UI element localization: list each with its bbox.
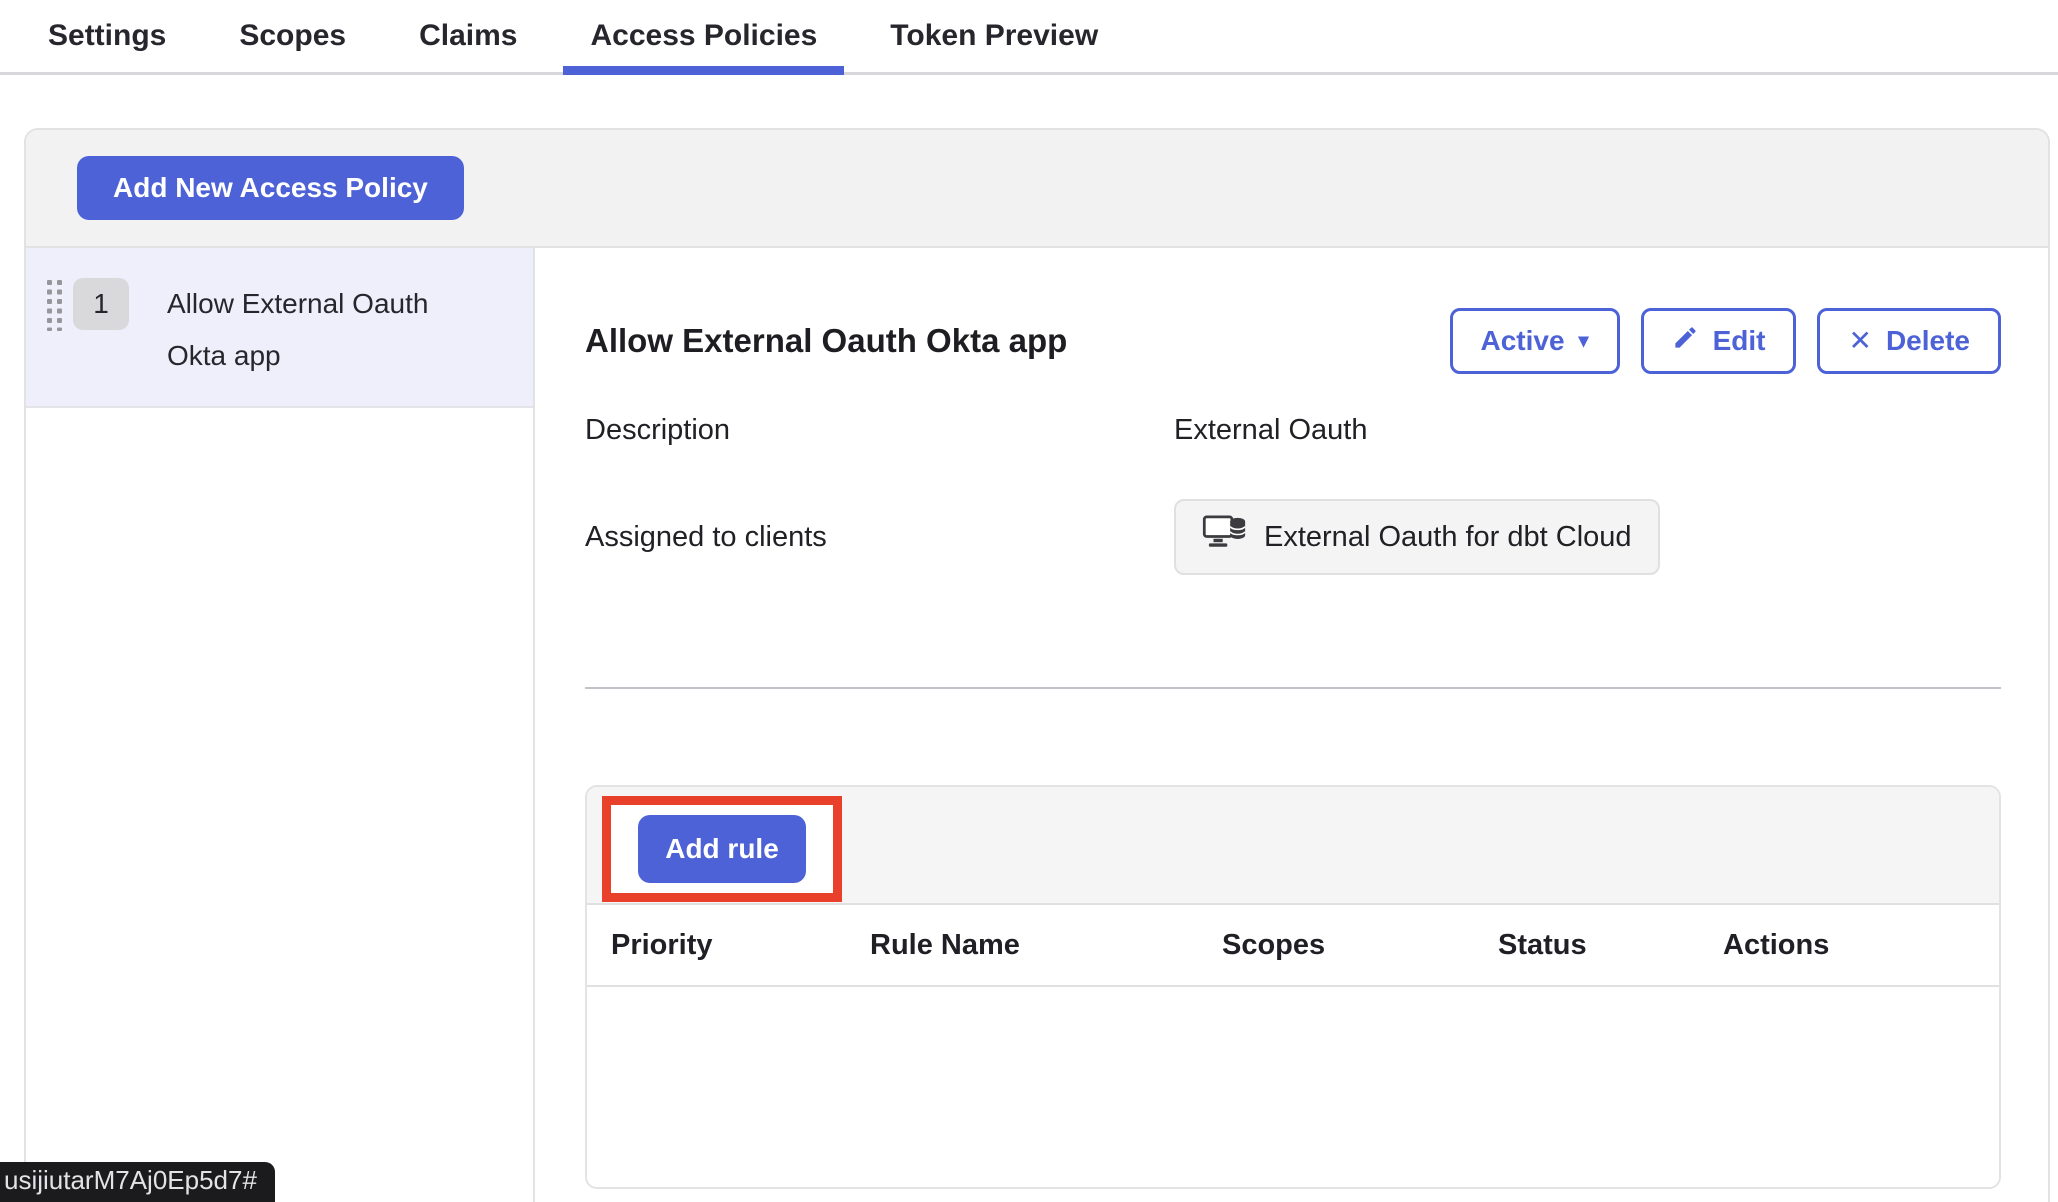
section-divider	[585, 687, 2001, 689]
delete-button[interactable]: ✕ Delete	[1817, 308, 2001, 374]
policy-actions: Active ▾ Edit ✕ Delete	[1450, 308, 2002, 374]
drag-handle-icon[interactable]	[46, 279, 63, 336]
policy-title: Allow External Oauth Okta app	[585, 322, 1067, 360]
status-dropdown-button[interactable]: Active ▾	[1450, 308, 1620, 374]
description-value: External Oauth	[1174, 414, 1367, 447]
edit-button[interactable]: Edit	[1641, 308, 1797, 374]
rules-table-header: Priority Rule Name Scopes Status Actions	[587, 905, 1999, 987]
chevron-down-icon: ▾	[1579, 331, 1589, 351]
column-header-actions: Actions	[1699, 929, 1999, 962]
column-header-rule-name: Rule Name	[846, 929, 1198, 962]
tab-access-policies[interactable]: Access Policies	[590, 0, 817, 72]
description-label: Description	[585, 414, 1174, 447]
computer-database-icon	[1202, 513, 1248, 561]
policy-list: 1 Allow External Oauth Okta app	[26, 248, 535, 1202]
tab-claims[interactable]: Claims	[419, 0, 517, 72]
rules-table-body-empty	[587, 987, 1999, 1187]
edit-button-label: Edit	[1713, 325, 1766, 357]
policy-name: Allow External Oauth Okta app	[167, 278, 467, 382]
delete-button-label: Delete	[1886, 325, 1970, 357]
column-header-priority: Priority	[587, 929, 846, 962]
pencil-icon	[1672, 324, 1699, 358]
policy-priority-badge: 1	[73, 278, 129, 330]
status-dropdown-label: Active	[1481, 325, 1565, 357]
assigned-client-chip[interactable]: External Oauth for dbt Cloud	[1174, 499, 1660, 575]
assigned-client-name: External Oauth for dbt Cloud	[1264, 521, 1632, 554]
annotation-highlight-box: Add rule	[602, 796, 842, 902]
access-policies-panel: Add New Access Policy	[24, 128, 2050, 1202]
tab-bar: Settings Scopes Claims Access Policies T…	[0, 0, 2058, 75]
column-header-scopes: Scopes	[1198, 929, 1474, 962]
status-url-tooltip: usijiutarM7Aj0Ep5d7#	[0, 1162, 275, 1202]
policy-detail: Allow External Oauth Okta app Active ▾ E…	[535, 248, 2048, 1202]
policies-body: 1 Allow External Oauth Okta app Allow Ex…	[26, 248, 2048, 1202]
close-icon: ✕	[1848, 327, 1871, 355]
tab-token-preview[interactable]: Token Preview	[890, 0, 1098, 72]
policy-list-item[interactable]: 1 Allow External Oauth Okta app	[26, 248, 533, 408]
policies-toolbar: Add New Access Policy	[26, 130, 2048, 248]
tab-settings[interactable]: Settings	[48, 0, 166, 72]
assigned-to-clients-label: Assigned to clients	[585, 521, 1174, 554]
rules-panel: Add rule Priority Rule Name Scopes Statu…	[585, 785, 2001, 1189]
add-rule-button[interactable]: Add rule	[638, 815, 806, 883]
add-new-access-policy-button[interactable]: Add New Access Policy	[77, 156, 464, 220]
column-header-status: Status	[1474, 929, 1699, 962]
tab-scopes[interactable]: Scopes	[239, 0, 346, 72]
